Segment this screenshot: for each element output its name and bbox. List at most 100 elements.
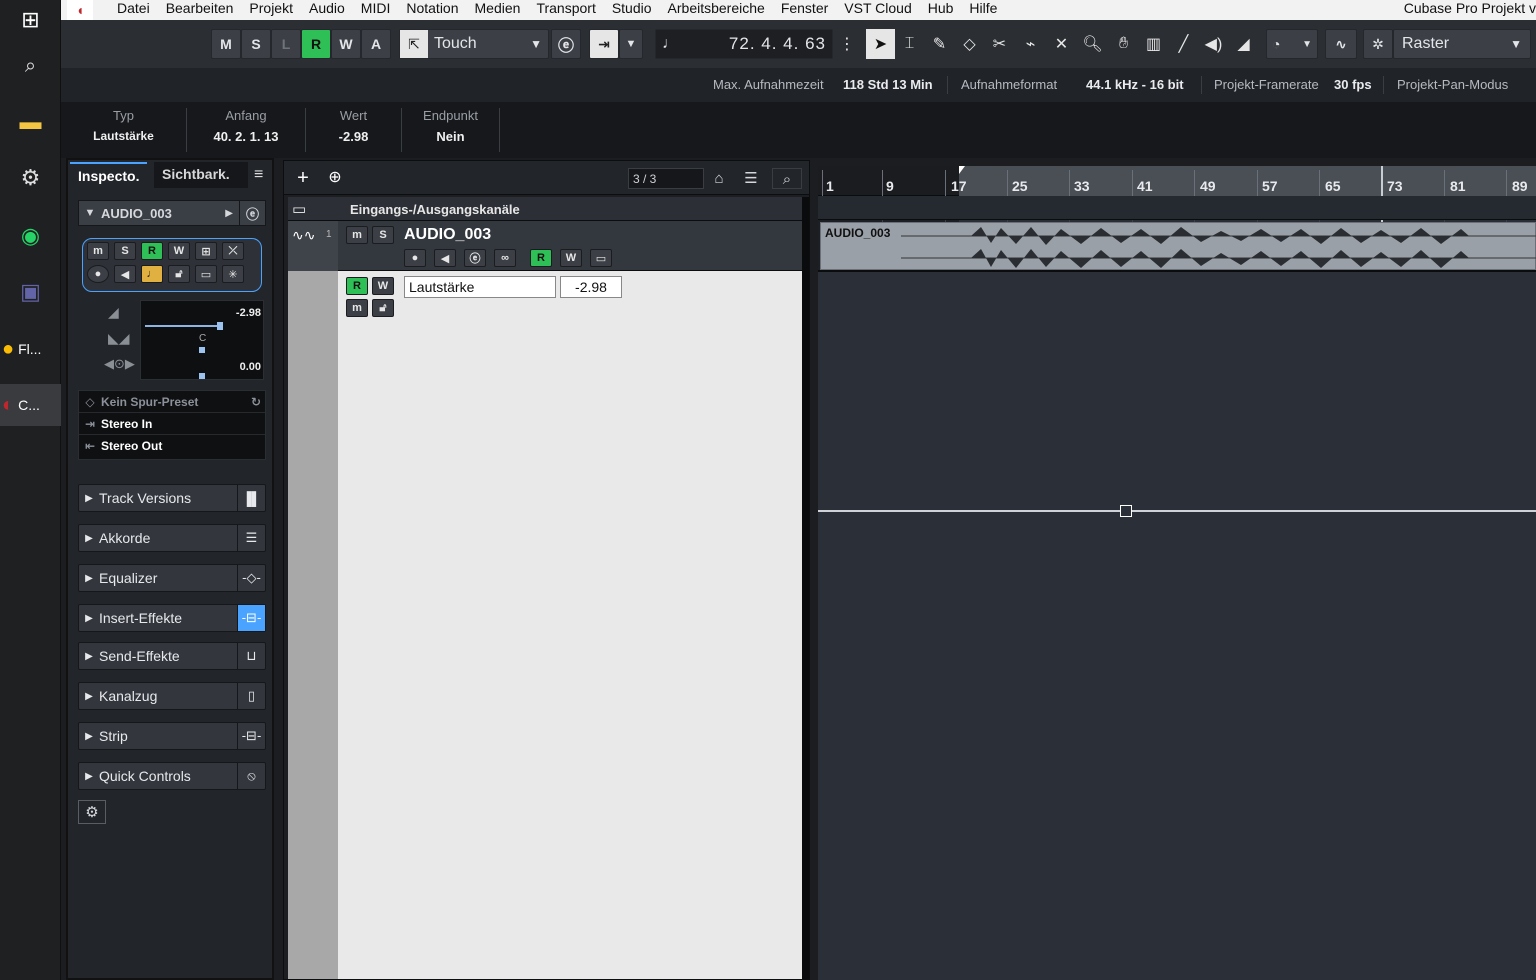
folder-track-row[interactable]: ▭ Eingangs-/Ausgangskanäle: [288, 197, 808, 221]
comp-tool[interactable]: ▥: [1139, 29, 1168, 59]
menu-vst-cloud[interactable]: VST Cloud: [836, 0, 919, 16]
automation-a-button[interactable]: A: [361, 29, 391, 59]
automation-point[interactable]: [1120, 505, 1132, 517]
left-locator-marker[interactable]: [959, 166, 965, 174]
info-anfang-value[interactable]: 40. 2. 1. 13: [187, 129, 305, 144]
hand-tool[interactable]: ✋︎: [1109, 29, 1138, 59]
menu-audio[interactable]: Audio: [301, 0, 353, 16]
add-track-icon[interactable]: +: [290, 167, 316, 189]
grid-type-dropdown[interactable]: Raster ▼: [1393, 29, 1531, 59]
track-solo-button[interactable]: S: [372, 226, 394, 244]
read-button[interactable]: R: [141, 242, 163, 260]
track-mute-button[interactable]: m: [346, 226, 368, 244]
find-track-icon[interactable]: ⌕: [772, 168, 802, 189]
automation-line[interactable]: [818, 510, 1536, 512]
max-rec-value[interactable]: 118 Std 13 Min: [843, 77, 933, 92]
audio-event[interactable]: AUDIO_003: [820, 222, 1536, 270]
output-routing-row[interactable]: ⇤ Stereo Out: [79, 435, 265, 457]
autoscroll-dropdown[interactable]: ▼: [619, 29, 643, 59]
track-record-button[interactable]: ●: [404, 249, 426, 267]
automation-value-field[interactable]: -2.98: [560, 276, 622, 298]
input-routing-row[interactable]: ⇥ Stereo In: [79, 413, 265, 435]
tab-visibility[interactable]: Sichtbark.: [154, 162, 248, 188]
whatsapp-icon[interactable]: ◉: [0, 216, 61, 256]
section-akkorde[interactable]: ▶ Akkorde ☰: [78, 524, 266, 552]
track-list-scrollbar[interactable]: [802, 197, 809, 979]
framerate-value[interactable]: 30 fps: [1334, 77, 1372, 92]
snap-toggle-button[interactable]: ✲: [1363, 29, 1393, 59]
menu-bearbeiten[interactable]: Bearbeiten: [158, 0, 242, 16]
line-tool[interactable]: ╱: [1169, 29, 1198, 59]
section-track-versions[interactable]: ▶ Track Versions ▐▌: [78, 484, 266, 512]
info-typ-value[interactable]: Lautstärke: [61, 129, 186, 143]
rec-format-value[interactable]: 44.1 kHz - 16 bit: [1086, 77, 1184, 92]
section-quick-controls[interactable]: ▶ Quick Controls ⦸: [78, 762, 266, 790]
lane-write-button[interactable]: W: [372, 277, 394, 295]
teams-icon[interactable]: ▣: [0, 272, 61, 312]
taskbar-app-cubase[interactable]: ◐ C...: [0, 384, 61, 426]
object-select-tool[interactable]: ➤: [866, 29, 895, 59]
monitor-button[interactable]: ◀: [114, 265, 136, 283]
menu-fenster[interactable]: Fenster: [773, 0, 836, 16]
section-equalizer[interactable]: ▶ Equalizer -◇-: [78, 564, 266, 592]
menu-transport[interactable]: Transport: [528, 0, 603, 16]
section-strip[interactable]: ▶ Strip -⊟-: [78, 722, 266, 750]
pan-mode-label[interactable]: Projekt-Pan-Modus: [1397, 77, 1508, 92]
menu-studio[interactable]: Studio: [604, 0, 660, 16]
automation-parameter-field[interactable]: Lautstärke: [404, 276, 556, 298]
glue-tool[interactable]: ⌁: [1016, 29, 1045, 59]
track-preset-row[interactable]: ◇ Kein Spur-Preset ↻: [79, 391, 265, 413]
add-track-from-preset-icon[interactable]: ⊕: [322, 167, 348, 189]
write-automation-button[interactable]: W: [331, 29, 361, 59]
bypass-button[interactable]: ⤫: [222, 242, 244, 260]
track-visibility-icon[interactable]: ⌂: [706, 168, 732, 189]
edit-channel-icon[interactable]: ⓔ: [239, 201, 265, 225]
lock-button[interactable]: 🔓︎: [168, 265, 190, 283]
solo-button[interactable]: S: [114, 242, 136, 260]
track-write-button[interactable]: W: [560, 249, 582, 267]
play-tool[interactable]: ◀): [1199, 29, 1228, 59]
record-enable-button[interactable]: ●: [87, 265, 109, 283]
lane-lock-button[interactable]: 🔓︎: [372, 299, 394, 317]
track-list-menu-icon[interactable]: ☰: [738, 168, 764, 189]
menu-datei[interactable]: Datei: [109, 0, 158, 16]
volume-handle[interactable]: [217, 322, 223, 330]
edit-icon-button[interactable]: ⓔ: [551, 29, 581, 59]
draw-tool[interactable]: ✎: [925, 29, 954, 59]
menu-arbeitsbereiche[interactable]: Arbeitsbereiche: [660, 0, 773, 16]
split-tool[interactable]: ✂: [985, 29, 1014, 59]
write-button[interactable]: W: [168, 242, 190, 260]
info-wert-value[interactable]: -2.98: [306, 129, 401, 144]
track-link-button[interactable]: ∞: [494, 249, 516, 267]
read-automation-button[interactable]: R: [301, 29, 331, 59]
pan-value[interactable]: 0.00: [240, 361, 261, 373]
stereo-handle[interactable]: [199, 373, 205, 379]
section-kanalzug[interactable]: ▶ Kanalzug ▯: [78, 682, 266, 710]
track-name[interactable]: AUDIO_003: [404, 226, 491, 244]
inspector-track-header[interactable]: ▼ AUDIO_003 ▶ ⓔ: [78, 200, 266, 226]
timebase-button[interactable]: ♩: [141, 265, 163, 283]
mute-tool[interactable]: ✕: [1047, 29, 1076, 59]
menu-medien[interactable]: Medien: [467, 0, 529, 16]
search-icon[interactable]: ⌕: [0, 46, 61, 86]
audio-track-row[interactable]: ∿∿ 1 m S AUDIO_003 ● ◀ ⓔ ∞ R W ▭: [288, 221, 808, 271]
lanes-button[interactable]: ⊞: [195, 242, 217, 260]
mute-button[interactable]: m: [87, 242, 109, 260]
mute-all-button[interactable]: M: [211, 29, 241, 59]
erase-tool[interactable]: ◇: [955, 29, 984, 59]
automation-lane[interactable]: [818, 272, 1536, 980]
track-monitor-button[interactable]: ◀: [434, 249, 456, 267]
zoom-tool[interactable]: 🔍︎: [1078, 29, 1107, 59]
range-select-tool[interactable]: ⌶: [895, 29, 924, 59]
tab-inspector[interactable]: Inspecto.: [70, 162, 148, 188]
menu-hilfe[interactable]: Hilfe: [961, 0, 1005, 16]
lane-mute-button[interactable]: m: [346, 299, 368, 317]
file-explorer-icon[interactable]: ▬: [0, 102, 61, 142]
position-display[interactable]: ♩ 72. 4. 4. 63: [655, 29, 833, 59]
inspector-settings-gear-icon[interactable]: ⚙: [78, 800, 106, 824]
track-lanes-button[interactable]: ▭: [590, 249, 612, 267]
menu-projekt[interactable]: Projekt: [241, 0, 301, 16]
pan-handle[interactable]: [199, 347, 205, 353]
taskbar-app-chrome[interactable]: ● Fl...: [0, 328, 61, 370]
snap-mode-dropdown[interactable]: ◔ ▼: [1266, 29, 1318, 59]
